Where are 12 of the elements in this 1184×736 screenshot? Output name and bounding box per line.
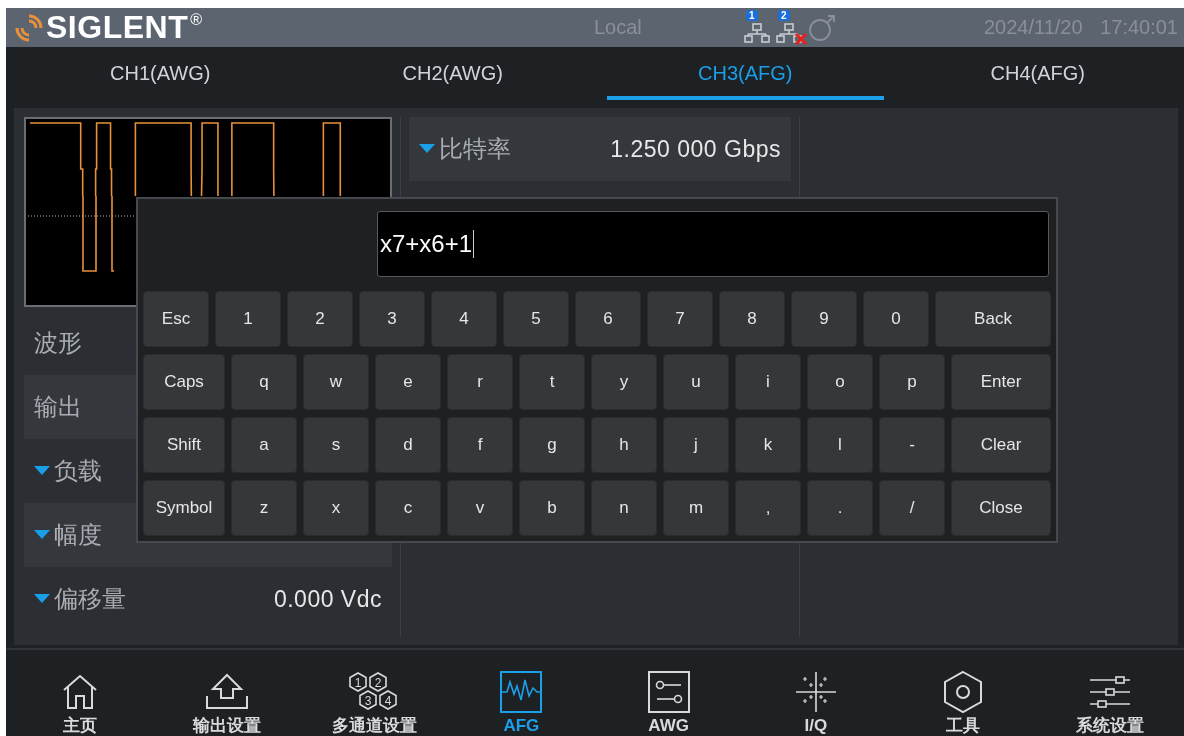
input-text: x7+x6+1 [380, 230, 473, 258]
parameter-label: 偏移量 [54, 584, 126, 614]
registered-mark: ® [190, 11, 202, 29]
parameter-label: 幅度 [54, 520, 102, 550]
network-badge: 2 [778, 9, 790, 21]
parameter-label: 输出 [34, 392, 82, 422]
brand-logo: SIGLENT [46, 9, 189, 46]
parameter-label: 比特率 [439, 134, 511, 164]
parameter-label: 负载 [54, 456, 102, 486]
network-badge: 1 [746, 9, 758, 21]
parameter-value: 0.000 Vdc [273, 585, 382, 613]
parameter-value: 1.250 000 Gbps [610, 135, 781, 163]
